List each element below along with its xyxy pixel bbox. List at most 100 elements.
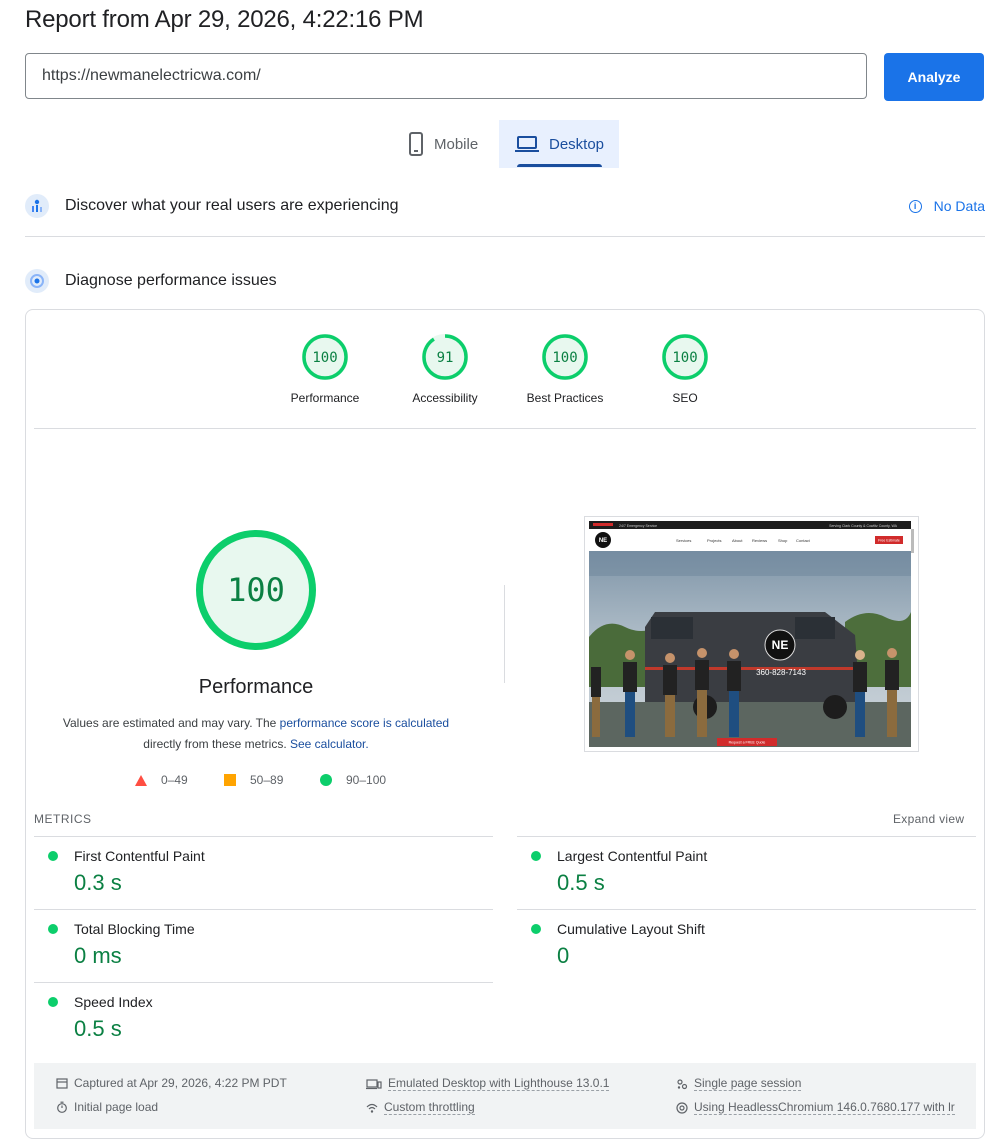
gauge-score: 100 bbox=[672, 350, 697, 366]
mobile-phone-icon bbox=[409, 132, 423, 156]
triangle-icon bbox=[135, 774, 147, 786]
legend-range: 50–89 bbox=[250, 773, 284, 787]
see-calculator-link[interactable]: See calculator. bbox=[290, 737, 369, 751]
metric-divider bbox=[34, 909, 493, 910]
category-performance[interactable]: 100 Performance bbox=[270, 333, 380, 405]
accessibility-gauge: 91 bbox=[422, 334, 468, 380]
preview-logo-text: NE bbox=[599, 538, 607, 544]
metric-value: 0 ms bbox=[74, 943, 122, 968]
analyze-button[interactable]: Analyze bbox=[884, 53, 984, 101]
website-preview: 24/7 Emergency Service Serving Clark Cou… bbox=[585, 517, 918, 751]
preview-hero-button: Request a FREE Quote bbox=[729, 741, 766, 745]
preview-nav-contact: Contact bbox=[796, 538, 811, 543]
chrome-icon bbox=[676, 1101, 688, 1114]
category-label: Best Practices bbox=[526, 391, 604, 405]
devices-icon bbox=[366, 1078, 382, 1089]
active-tab-indicator bbox=[517, 164, 602, 167]
users-chart-icon bbox=[25, 194, 49, 218]
seo-gauge: 100 bbox=[662, 334, 708, 380]
session-icon bbox=[677, 1078, 688, 1089]
metric-value: 0 bbox=[557, 943, 570, 968]
metric-label: Total Blocking Time bbox=[74, 921, 195, 937]
preview-van-phone: 360-828-7143 bbox=[756, 668, 806, 677]
initial-load-text: Initial page load bbox=[74, 1100, 159, 1114]
metric-total-blocking-time: Total Blocking Time 0 ms bbox=[34, 921, 474, 969]
square-icon bbox=[224, 774, 236, 786]
report-title: Report from Apr 29, 2026, 4:22:16 PM bbox=[25, 6, 424, 33]
browser-text: Using HeadlessChromium 146.0.7680.177 wi… bbox=[694, 1100, 955, 1115]
no-data-label: No Data bbox=[933, 198, 985, 214]
pass-dot-icon bbox=[48, 924, 58, 934]
category-label: Performance bbox=[290, 391, 360, 405]
pass-dot-icon bbox=[48, 997, 58, 1007]
preview-nav-services: Services bbox=[676, 538, 691, 543]
legend-average: 50–89 bbox=[224, 773, 283, 787]
calendar-icon bbox=[56, 1078, 68, 1089]
url-input[interactable] bbox=[25, 53, 867, 99]
preview-cta: Free Estimate bbox=[878, 539, 900, 543]
category-accessibility[interactable]: 91 Accessibility bbox=[390, 333, 500, 405]
emulated-text: Emulated Desktop with Lighthouse 13.0.1 bbox=[388, 1076, 610, 1091]
metric-divider bbox=[34, 982, 493, 983]
metric-label: Cumulative Layout Shift bbox=[557, 921, 705, 937]
metric-first-contentful-paint: First Contentful Paint 0.3 s bbox=[34, 848, 474, 896]
metric-largest-contentful-paint: Largest Contentful Paint 0.5 s bbox=[517, 848, 957, 896]
legend-range: 90–100 bbox=[346, 773, 387, 787]
no-data-indicator[interactable]: i No Data bbox=[908, 198, 985, 214]
metric-label: Speed Index bbox=[74, 994, 153, 1010]
preview-nav-about: About bbox=[732, 538, 743, 543]
category-label: SEO bbox=[672, 391, 698, 405]
custom-throttling[interactable]: Custom throttling bbox=[366, 1100, 475, 1115]
diagnose-icon bbox=[25, 269, 49, 293]
tab-mobile[interactable]: Mobile bbox=[398, 120, 498, 168]
vertical-separator bbox=[504, 585, 505, 683]
tab-mobile-label: Mobile bbox=[434, 135, 479, 153]
score-calculated-link[interactable]: performance score is calculated bbox=[280, 716, 449, 730]
preview-nav-projects: Projects bbox=[707, 538, 721, 543]
captured-at: Captured at Apr 29, 2026, 4:22 PM PDT bbox=[56, 1076, 287, 1090]
preview-top-bar-right: Serving Clark County & Cowlitz County, W… bbox=[829, 524, 898, 528]
runtime-settings: Captured at Apr 29, 2026, 4:22 PM PDT In… bbox=[34, 1063, 976, 1129]
metric-cumulative-layout-shift: Cumulative Layout Shift 0 bbox=[517, 921, 957, 969]
best-practices-gauge: 100 bbox=[542, 334, 588, 380]
section-divider bbox=[25, 236, 985, 237]
tab-desktop-label: Desktop bbox=[549, 135, 605, 153]
expand-view-toggle[interactable]: Expand view bbox=[893, 812, 964, 826]
metric-label: First Contentful Paint bbox=[74, 848, 205, 864]
gauge-score: 100 bbox=[552, 350, 577, 366]
gauge-score: 91 bbox=[437, 350, 454, 366]
laptop-icon bbox=[515, 136, 539, 152]
final-screenshot: 24/7 Emergency Service Serving Clark Cou… bbox=[584, 516, 919, 752]
pass-dot-icon bbox=[531, 924, 541, 934]
category-seo[interactable]: 100 SEO bbox=[630, 333, 740, 405]
performance-description: Values are estimated and may vary. The p… bbox=[46, 713, 466, 755]
metrics-heading: METRICS bbox=[34, 812, 92, 826]
category-best-practices[interactable]: 100 Best Practices bbox=[510, 333, 620, 405]
metric-divider bbox=[34, 836, 493, 837]
performance-score-gauge: 100 bbox=[196, 530, 316, 650]
tab-desktop[interactable]: Desktop bbox=[499, 120, 619, 168]
preview-top-bar-left: 24/7 Emergency Service bbox=[619, 524, 657, 528]
stopwatch-icon bbox=[57, 1101, 67, 1113]
lab-data-title: Diagnose performance issues bbox=[65, 272, 277, 289]
legend-range: 0–49 bbox=[161, 773, 188, 787]
wifi-icon bbox=[366, 1103, 378, 1113]
desc-prefix: Values are estimated and may vary. The bbox=[62, 716, 280, 730]
desc-middle: directly from these metrics. bbox=[143, 737, 290, 751]
preview-nav-reviews: Reviews bbox=[752, 538, 767, 543]
pass-dot-icon bbox=[48, 851, 58, 861]
pass-dot-icon bbox=[531, 851, 541, 861]
browser-info[interactable]: Using HeadlessChromium 146.0.7680.177 wi… bbox=[676, 1100, 955, 1115]
gauge-score: 100 bbox=[312, 350, 337, 366]
field-data-section: Discover what your real users are experi… bbox=[25, 186, 985, 226]
captured-text: Captured at Apr 29, 2026, 4:22 PM PDT bbox=[74, 1076, 287, 1090]
info-icon: i bbox=[908, 199, 922, 213]
circle-icon bbox=[320, 774, 332, 786]
emulated-desktop[interactable]: Emulated Desktop with Lighthouse 13.0.1 bbox=[366, 1076, 610, 1091]
performance-gauge: 100 bbox=[302, 334, 348, 380]
single-page-session[interactable]: Single page session bbox=[676, 1076, 802, 1091]
preview-van-logo: NE bbox=[772, 638, 789, 652]
field-data-title: Discover what your real users are experi… bbox=[65, 197, 399, 214]
category-label: Accessibility bbox=[412, 391, 478, 405]
metric-label: Largest Contentful Paint bbox=[557, 848, 708, 864]
